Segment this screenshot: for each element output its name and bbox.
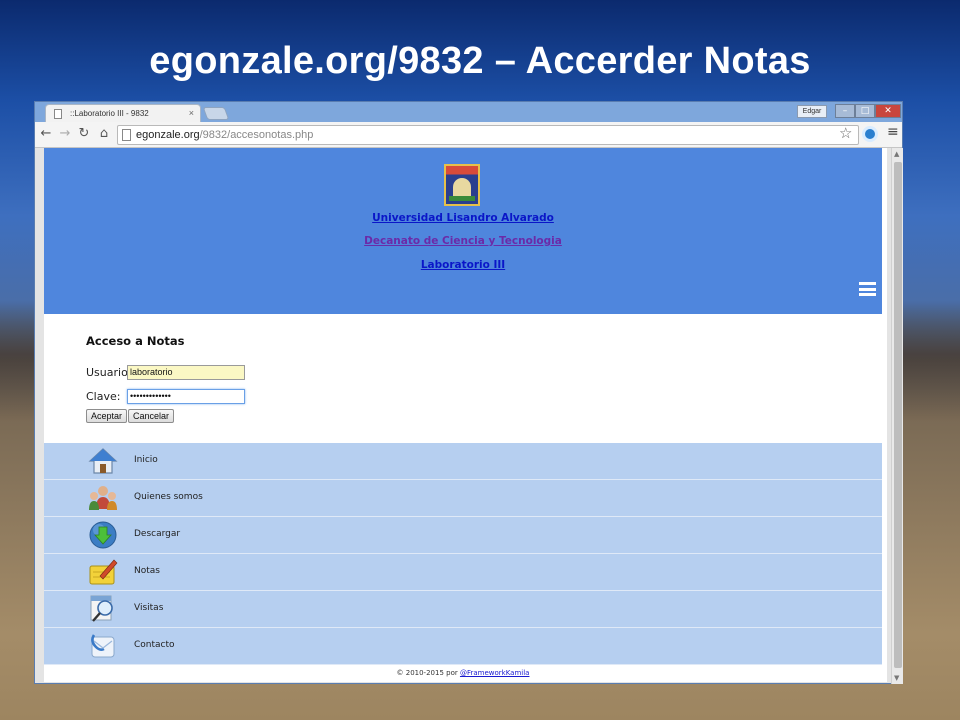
lab-link[interactable]: Laboratorio III xyxy=(44,259,882,271)
page-footer: © 2010-2015 por @FrameworkKamila xyxy=(44,669,882,677)
page-icon xyxy=(122,129,131,141)
scroll-up-icon[interactable]: ▲ xyxy=(894,150,899,158)
menu-item-label: Notas xyxy=(134,566,160,576)
page-viewport: Universidad Lisandro Alvarado Decanato d… xyxy=(44,148,887,682)
browser-tab[interactable]: ::Laboratorio III - 9832 × xyxy=(45,104,201,122)
hamburger-menu-icon[interactable] xyxy=(859,282,876,296)
university-link[interactable]: Universidad Lisandro Alvarado xyxy=(44,212,882,224)
visits-icon xyxy=(90,595,113,622)
home-icon xyxy=(88,448,118,474)
browser-titlebar: ::Laboratorio III - 9832 × Edgar – □ ✕ xyxy=(35,102,902,122)
url-path: /9832/accesonotas.php xyxy=(199,129,314,141)
browser-toolbar: ← → ↻ ⌂ egonzale.org/9832/accesonotas.ph… xyxy=(35,122,902,148)
scroll-down-icon[interactable]: ▼ xyxy=(894,674,899,682)
cancel-button[interactable]: Cancelar xyxy=(128,409,175,423)
download-icon xyxy=(89,521,117,549)
menu-item-contacto[interactable]: Contacto xyxy=(44,628,882,665)
new-tab-button[interactable] xyxy=(202,107,230,120)
reload-button[interactable]: ↻ xyxy=(75,125,93,143)
menu-item-visitas[interactable]: Visitas xyxy=(44,591,882,628)
bookmark-star-icon[interactable]: ☆ xyxy=(839,124,852,142)
accept-button[interactable]: Aceptar xyxy=(86,409,128,423)
menu-item-descargar[interactable]: Descargar xyxy=(44,517,882,554)
menu-item-label: Contacto xyxy=(134,640,175,650)
username-input[interactable]: laboratorio xyxy=(127,365,245,380)
close-window-button[interactable]: ✕ xyxy=(875,104,901,118)
slide-title: egonzale.org/9832 – Accerder Notas xyxy=(149,40,811,82)
browser-window: ::Laboratorio III - 9832 × Edgar – □ ✕ ←… xyxy=(34,101,903,684)
menu-item-notas[interactable]: Notas xyxy=(44,554,882,591)
people-icon xyxy=(89,486,117,510)
contact-icon xyxy=(91,634,115,658)
minimize-button[interactable]: – xyxy=(835,104,855,118)
back-button[interactable]: ← xyxy=(37,125,55,143)
menu-item-label: Quienes somos xyxy=(134,492,203,502)
menu-item-label: Descargar xyxy=(134,529,181,539)
footer-text: © 2010-2015 por xyxy=(396,669,460,677)
extension-icon[interactable] xyxy=(862,126,878,142)
tab-title: ::Laboratorio III - 9832 xyxy=(70,109,149,118)
menu-item-quienes-somos[interactable]: Quienes somos xyxy=(44,480,882,517)
address-bar[interactable]: egonzale.org/9832/accesonotas.php xyxy=(117,125,859,145)
nav-menu: Inicio Quienes somos Descargar Notas Vis… xyxy=(44,443,882,665)
page-icon xyxy=(54,109,62,119)
url-host: egonzale.org xyxy=(136,129,200,141)
menu-item-label: Visitas xyxy=(134,603,164,613)
page-scrollbar[interactable]: ▲ ▼ xyxy=(891,148,903,684)
profile-button[interactable]: Edgar xyxy=(797,105,827,118)
password-label: Clave: xyxy=(86,390,121,403)
notes-icon xyxy=(89,559,118,585)
maximize-button[interactable]: □ xyxy=(855,104,875,118)
home-button[interactable]: ⌂ xyxy=(95,125,113,143)
deanery-link[interactable]: Decanato de Ciencia y Tecnologia xyxy=(44,235,882,247)
password-input[interactable]: ••••••••••••• xyxy=(127,389,245,404)
footer-link[interactable]: @FrameworkKamila xyxy=(460,669,530,677)
close-tab-icon[interactable]: × xyxy=(189,108,194,118)
username-label: Usuario: xyxy=(86,366,132,379)
chrome-menu-icon[interactable]: ≡ xyxy=(887,124,899,140)
university-crest-logo xyxy=(444,164,480,206)
scroll-thumb[interactable] xyxy=(894,162,902,668)
menu-item-inicio[interactable]: Inicio xyxy=(44,443,882,480)
page-banner: Universidad Lisandro Alvarado Decanato d… xyxy=(44,148,882,314)
form-title: Acceso a Notas xyxy=(86,334,185,348)
forward-button[interactable]: → xyxy=(56,125,74,143)
menu-item-label: Inicio xyxy=(134,455,158,465)
